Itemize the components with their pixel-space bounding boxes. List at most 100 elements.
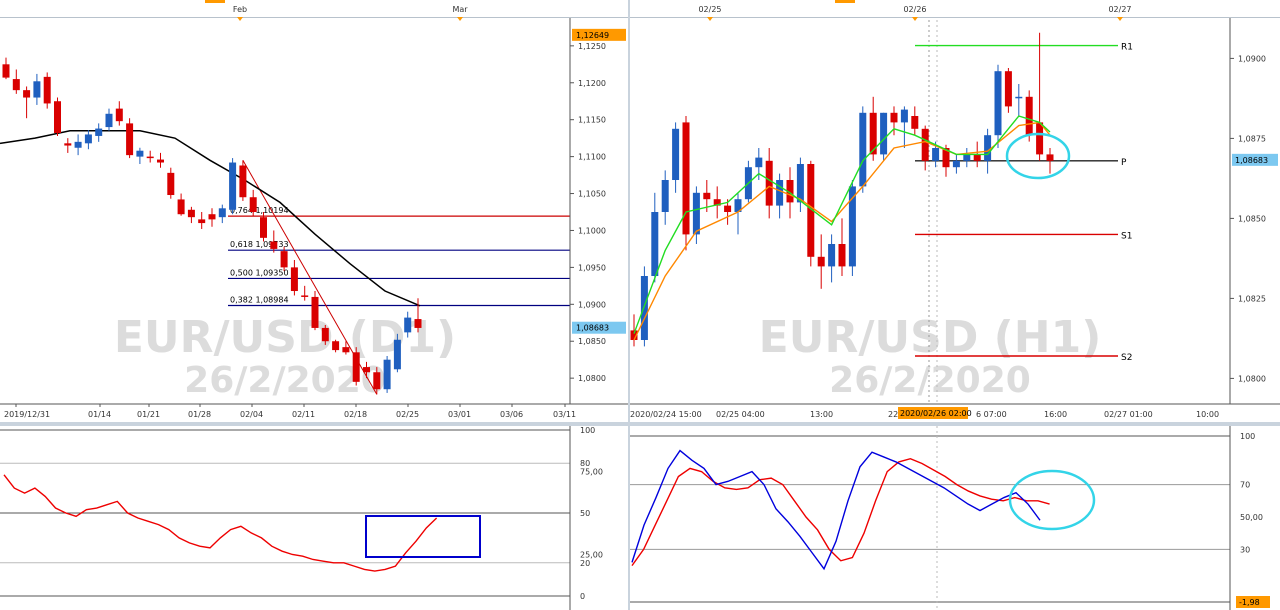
- y-tick-label: 1,0950: [578, 263, 606, 272]
- pivot-label: S2: [1121, 353, 1132, 363]
- candle-bear: [187, 209, 195, 218]
- right-price-chart[interactable]: EUR/USD (H1)26/2/2020 R1PS1S2 1,09001,08…: [630, 0, 1280, 422]
- candle-bull: [880, 112, 888, 155]
- candle-bull: [661, 180, 669, 212]
- candle-bear: [270, 241, 278, 249]
- candle-bull: [218, 208, 226, 218]
- candle-bear: [1036, 122, 1044, 155]
- top-period-label: 02/26: [903, 5, 926, 14]
- y-tick-label: 1,0875: [1238, 134, 1266, 143]
- x-tick-label: 6 07:00: [976, 410, 1007, 419]
- candle-bear: [43, 76, 51, 104]
- candle-bear: [373, 372, 381, 390]
- current-price-label: 1,08683: [576, 324, 609, 333]
- candle-bull: [932, 148, 940, 161]
- osc-min-label: -1,98: [1239, 598, 1260, 607]
- pivot-label: P: [1121, 158, 1127, 168]
- candle-bull: [404, 317, 412, 333]
- candle-bear: [64, 143, 72, 146]
- candle-bear: [342, 347, 350, 353]
- candle-bear: [146, 156, 154, 159]
- candle-bear: [208, 214, 216, 220]
- left-price-pane: EUR/USD (D1) 26/2/2020 0,764 1,10194 0,618…: [0, 0, 628, 422]
- x-tick-label: 03/06: [500, 410, 523, 419]
- oscillator-signal-line: [631, 449, 1041, 571]
- candle-bull: [994, 71, 1002, 136]
- fib-level-label: 0,500 1,09350: [230, 268, 289, 277]
- osc-tick-label: 50: [580, 509, 590, 518]
- candle-bull: [755, 157, 763, 168]
- x-tick-label: 01/14: [88, 410, 111, 419]
- osc-tick-label: 70: [1240, 481, 1250, 490]
- y-tick-label: 1,0850: [578, 337, 606, 346]
- scroll-marker-icon: [205, 0, 225, 3]
- x-tick-label: 01/28: [188, 410, 211, 419]
- right-price-pane: EUR/USD (H1) 26/2/2020 R1 P S1 S2 1,0900 1,08…: [630, 0, 1280, 422]
- highlight-box: [365, 515, 481, 558]
- candle-bear: [249, 197, 257, 212]
- y-tick-label: 1,0850: [1238, 214, 1266, 223]
- osc-tick-label: 0: [580, 592, 585, 601]
- osc-tick-label: 20: [580, 559, 590, 568]
- candle-bear: [817, 256, 825, 267]
- candle-bear: [12, 79, 20, 91]
- left-oscillator-chart[interactable]: 1008075,005025,00200: [0, 426, 628, 610]
- y-tick-label: 1,0825: [1238, 294, 1266, 303]
- pivot-label: R1: [1121, 43, 1133, 53]
- candle-bear: [724, 205, 732, 212]
- candle-bull: [136, 150, 144, 157]
- candle-bear: [838, 244, 846, 267]
- candle-bear: [911, 116, 919, 129]
- candle-bear: [352, 352, 360, 382]
- candle-bull: [796, 164, 804, 203]
- candle-bear: [2, 64, 10, 78]
- x-tick-label: 22: [888, 410, 898, 419]
- osc-tick-label: 50,00: [1240, 513, 1263, 522]
- candle-bear: [239, 165, 247, 198]
- candle-bear: [260, 217, 267, 238]
- x-tick-label: 03/11: [553, 410, 576, 419]
- candle-bull: [859, 112, 867, 187]
- top-period-label: Mar: [452, 5, 468, 14]
- candle-bear: [1046, 154, 1054, 161]
- x-tick-label: 16:00: [1044, 410, 1067, 419]
- candle-bull: [828, 244, 836, 267]
- candle-bull: [84, 134, 92, 144]
- top-price-label: 1,12649: [576, 31, 609, 40]
- candle-bear: [167, 172, 175, 196]
- watermark-date: 26/2/2020: [829, 360, 1031, 401]
- y-tick-label: 1,1150: [578, 116, 606, 125]
- right-oscillator-pane: 100 70 50,00 30 -1,98: [630, 426, 1280, 610]
- period-marker-icon: [912, 17, 918, 21]
- candle-bear: [321, 327, 329, 342]
- candle-bull: [640, 276, 648, 340]
- left-oscillator-pane: 100 80 75,00 50 25,00 20 0: [0, 426, 628, 610]
- highlight-time-label: 2020/02/26 02:00: [900, 409, 972, 418]
- candle-bear: [921, 128, 929, 161]
- fib-level-label: 0,382 1,08984: [230, 295, 289, 304]
- candle-bull: [952, 160, 960, 168]
- right-oscillator-chart[interactable]: 100 70 50,00 30 -1,98: [630, 426, 1280, 610]
- y-tick-label: 1,0800: [1238, 374, 1266, 383]
- candle-bear: [115, 108, 123, 122]
- osc-tick-label: 75,00: [580, 468, 603, 477]
- pivot-label: S1: [1121, 231, 1132, 241]
- candle-bull: [95, 128, 103, 136]
- osc-tick-label: 100: [1240, 432, 1255, 441]
- osc-tick-label: 30: [1240, 545, 1250, 554]
- left-price-chart[interactable]: EUR/USD (D1)26/2/2020 0,764 1,101940,618…: [0, 0, 628, 422]
- candle-bear: [198, 219, 206, 224]
- candle-bear: [23, 90, 31, 98]
- x-tick-label: 02/04: [240, 410, 263, 419]
- period-marker-icon: [237, 17, 243, 21]
- osc-tick-label: 100: [580, 426, 595, 435]
- fib-level-label: 0,764 1,10194: [230, 206, 289, 215]
- candle-bear: [290, 267, 298, 292]
- candle-bear: [126, 123, 134, 156]
- candle-bear: [157, 159, 164, 163]
- candle-bull: [672, 128, 680, 180]
- y-tick-label: 1,0900: [578, 300, 606, 309]
- candle-bear: [280, 251, 288, 268]
- candle-bull: [33, 81, 41, 98]
- y-tick-label: 1,1050: [578, 190, 606, 199]
